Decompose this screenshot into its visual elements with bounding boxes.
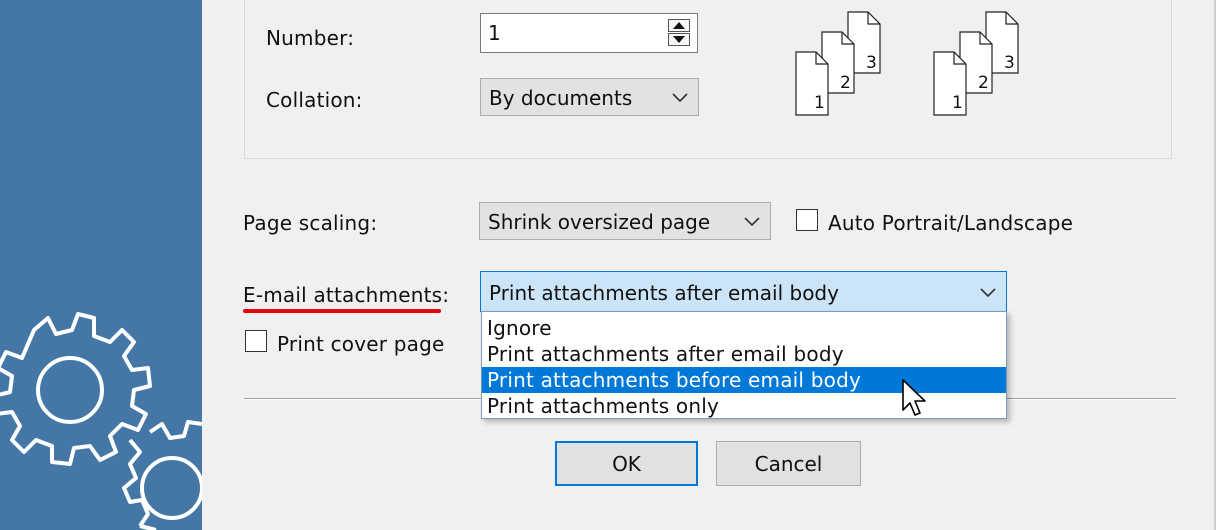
chevron-down-icon	[744, 217, 760, 227]
collate-page-2: 2	[978, 73, 989, 93]
number-value: 1	[488, 21, 501, 45]
collate-page-1: 1	[814, 93, 825, 113]
auto-rotate-checkbox[interactable]	[796, 209, 818, 231]
cover-page-checkbox[interactable]	[245, 330, 267, 352]
collate-pages-icon: 3 2 1	[795, 11, 881, 116]
chevron-down-icon	[980, 288, 996, 298]
email-attachments-value: Print attachments after email body	[489, 281, 839, 305]
gears-icon	[0, 312, 202, 530]
page-scaling-value: Shrink oversized page	[488, 210, 711, 234]
number-label: Number:	[266, 26, 355, 50]
sidebar-banner	[0, 0, 202, 530]
auto-rotate-label[interactable]: Auto Portrait/Landscape	[828, 211, 1073, 235]
ok-button-label: OK	[612, 451, 641, 476]
page-scaling-label: Page scaling:	[243, 211, 378, 235]
email-attachments-select[interactable]: Print attachments after email body	[480, 271, 1007, 312]
collate-page-3: 3	[866, 53, 877, 73]
dropdown-option-ignore[interactable]: Ignore	[482, 315, 1006, 341]
email-attachments-label: E-mail attachments:	[243, 283, 450, 307]
chevron-down-icon	[672, 93, 688, 103]
collate-page-3: 3	[1004, 53, 1015, 73]
cancel-button[interactable]: Cancel	[716, 441, 861, 486]
cancel-button-label: Cancel	[754, 451, 823, 476]
collate-pages-icon: 3 2 1	[933, 11, 1019, 116]
collate-page-2: 2	[840, 73, 851, 93]
increment-arrow-icon[interactable]	[668, 19, 690, 32]
collation-label: Collation:	[266, 88, 363, 112]
number-stepper[interactable]: 1	[480, 13, 698, 53]
collate-page-1: 1	[952, 93, 963, 113]
collation-value: By documents	[489, 86, 633, 110]
page-scaling-select[interactable]: Shrink oversized page	[479, 202, 771, 240]
collation-select[interactable]: By documents	[480, 78, 699, 116]
decrement-arrow-icon[interactable]	[668, 33, 690, 46]
annotation-underline	[243, 309, 441, 313]
cover-page-label[interactable]: Print cover page	[277, 332, 444, 356]
dropdown-option-after-body[interactable]: Print attachments after email body	[482, 341, 1006, 367]
mouse-cursor-icon	[902, 379, 926, 416]
ok-button[interactable]: OK	[555, 441, 698, 486]
